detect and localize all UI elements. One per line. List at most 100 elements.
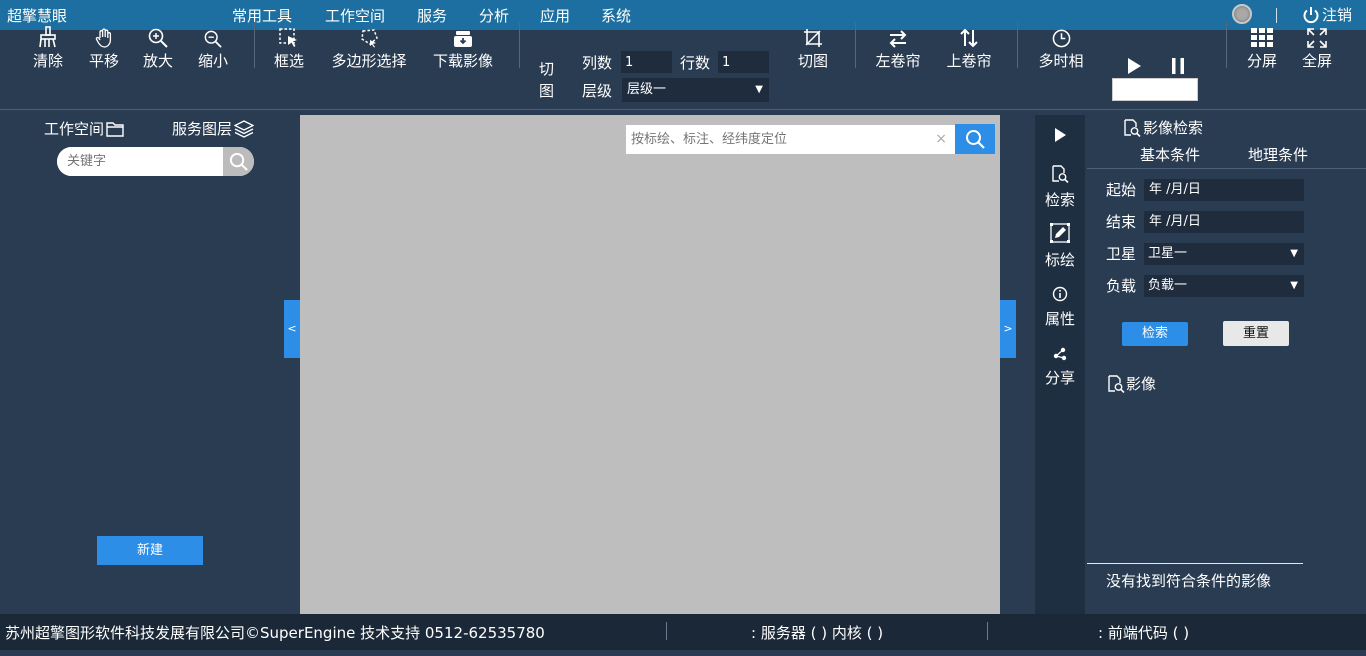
- new-button[interactable]: 新建: [97, 536, 203, 565]
- clear-button[interactable]: 清除: [30, 22, 66, 71]
- polygon-select-label: 多边形选择: [331, 52, 407, 70]
- zoom-in-button[interactable]: 放大: [140, 22, 176, 71]
- pan-button[interactable]: 平移: [86, 22, 122, 71]
- pause-button[interactable]: [1170, 57, 1186, 79]
- satellite-select-value: 卫星一: [1148, 246, 1188, 261]
- image-search-title: 影像检索: [1123, 117, 1203, 138]
- rows-input[interactable]: [718, 51, 769, 73]
- rows-label: 行数: [680, 54, 711, 72]
- start-date-field[interactable]: 年 /月/日: [1144, 179, 1304, 201]
- info-icon: [1052, 286, 1068, 302]
- clear-search-icon[interactable]: ×: [935, 131, 947, 147]
- multi-temporal-button[interactable]: 多时相: [1036, 22, 1086, 71]
- box-select-button[interactable]: 框选: [271, 22, 307, 71]
- tab-divider: [1087, 168, 1366, 169]
- level-label: 层级: [582, 82, 613, 100]
- download-image-button[interactable]: 下载影像: [430, 22, 496, 71]
- left-swipe-label: 左卷帘: [875, 52, 921, 70]
- map-search-input[interactable]: [626, 125, 931, 154]
- polygon-lasso-icon: [361, 29, 378, 48]
- no-result-message: 没有找到符合条件的影像: [1106, 572, 1272, 590]
- strip-search-button[interactable]: 检索: [1035, 165, 1085, 210]
- pan-label: 平移: [88, 52, 119, 70]
- tab-service-layers-label: 服务图层: [172, 120, 233, 138]
- map-canvas[interactable]: [300, 115, 1000, 614]
- cols-label: 列数: [582, 54, 613, 72]
- download-image-label: 下载影像: [432, 52, 493, 70]
- satellite-select[interactable]: 卫星一 ▼: [1144, 243, 1304, 265]
- up-swipe-label: 上卷帘: [946, 52, 992, 70]
- zoom-in-label: 放大: [142, 52, 173, 70]
- zoom-out-button[interactable]: 缩小: [195, 22, 231, 71]
- collapse-right-panel-button[interactable]: >: [1000, 300, 1016, 358]
- cols-input[interactable]: [621, 51, 672, 73]
- split-screen-button[interactable]: 分屏: [1244, 22, 1280, 71]
- zoom-out-label: 缩小: [197, 52, 228, 70]
- footer-server-kernel: : 服务器 ( ) 内核 ( ): [751, 624, 884, 642]
- level-select[interactable]: 层级一 ▼: [622, 78, 769, 102]
- collapse-left-panel-button[interactable]: <: [284, 300, 300, 358]
- search-icon: [966, 130, 985, 149]
- strip-properties-label: 属性: [1044, 310, 1075, 328]
- toolbar-divider: [1017, 22, 1018, 68]
- tab-workspace[interactable]: 工作空间: [44, 118, 124, 139]
- crop-label: 切图: [797, 52, 828, 70]
- time-slider-box[interactable]: [1112, 78, 1198, 101]
- layers-icon: [234, 119, 255, 138]
- chevron-down-icon: ▼: [755, 84, 763, 95]
- status-toggle[interactable]: [1232, 4, 1252, 24]
- play-button[interactable]: [1126, 57, 1142, 79]
- draw-pen-icon: [1050, 223, 1070, 243]
- document-search-icon: [1124, 118, 1141, 137]
- fullscreen-label: 全屏: [1301, 52, 1332, 70]
- vertical-swap-icon: [960, 28, 978, 48]
- payload-select[interactable]: 负载一 ▼: [1144, 275, 1304, 297]
- keyword-input[interactable]: [57, 147, 224, 176]
- image-results-heading: 影像: [1107, 373, 1156, 394]
- tab-basic-conditions[interactable]: 基本条件: [1140, 144, 1200, 165]
- end-date-field[interactable]: 年 /月/日: [1144, 211, 1304, 233]
- expand-panel-button[interactable]: [1035, 127, 1085, 147]
- power-icon: [1303, 6, 1319, 23]
- download-box-icon: [454, 31, 472, 47]
- tab-geo-conditions[interactable]: 地理条件: [1248, 144, 1308, 165]
- horizontal-swap-icon: [889, 30, 907, 48]
- footer-copyright: 苏州超擎图形软件科技发展有限公司©SuperEngine 技术支持 0512-6…: [5, 624, 545, 642]
- strip-share-label: 分享: [1044, 369, 1075, 387]
- crop-icon: [804, 29, 822, 47]
- footer-divider: [987, 622, 988, 640]
- search-button[interactable]: 检索: [1122, 322, 1188, 346]
- grid-icon: [1251, 28, 1273, 47]
- up-swipe-button[interactable]: 上卷帘: [944, 22, 994, 71]
- tab-service-layers[interactable]: 服务图层: [172, 118, 255, 139]
- footer-status-bar: 苏州超擎图形软件科技发展有限公司©SuperEngine 技术支持 0512-6…: [0, 614, 1366, 650]
- toolbar-divider: [519, 22, 520, 68]
- header-divider: [1276, 8, 1277, 23]
- crop-button[interactable]: 切图: [795, 22, 831, 71]
- zoom-out-icon: [204, 30, 222, 48]
- broom-icon: [39, 26, 56, 48]
- layer-search-button[interactable]: [223, 147, 254, 176]
- strip-share-button[interactable]: 分享: [1035, 346, 1085, 388]
- clock-icon: [1052, 29, 1070, 48]
- left-swipe-button[interactable]: 左卷帘: [873, 22, 923, 71]
- polygon-select-button[interactable]: 多边形选择: [328, 22, 410, 71]
- strip-properties-button[interactable]: 属性: [1035, 286, 1085, 329]
- tab-workspace-label: 工作空间: [44, 120, 105, 138]
- end-date-label: 结束: [1106, 213, 1137, 231]
- box-select-label: 框选: [273, 52, 304, 70]
- footer-divider: [666, 622, 667, 640]
- image-search-title-text: 影像检索: [1143, 119, 1204, 137]
- pause-icon: [1172, 58, 1184, 74]
- footer-bottom-strip: [0, 650, 1366, 656]
- image-results-heading-text: 影像: [1126, 375, 1157, 393]
- fullscreen-button[interactable]: 全屏: [1299, 22, 1335, 71]
- menu-system[interactable]: 系统: [601, 5, 631, 26]
- multi-temporal-label: 多时相: [1038, 52, 1084, 70]
- map-search-button[interactable]: [955, 124, 995, 154]
- zoom-in-icon: [148, 28, 168, 48]
- menu-application[interactable]: 应用: [540, 5, 570, 26]
- reset-button[interactable]: 重置: [1223, 321, 1289, 346]
- expand-icon: [1307, 28, 1327, 48]
- strip-draw-button[interactable]: 标绘: [1035, 223, 1085, 270]
